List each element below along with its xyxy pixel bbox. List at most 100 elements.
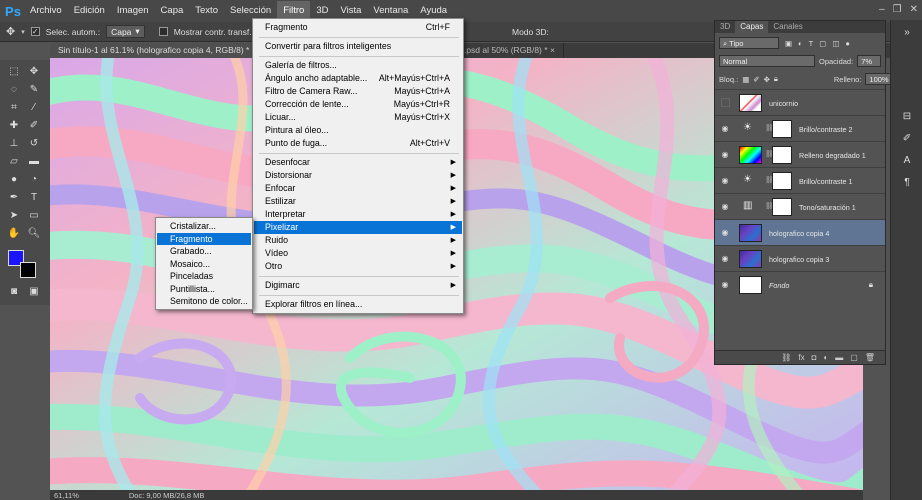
tab-3d[interactable]: 3D bbox=[715, 21, 735, 33]
menu-capa[interactable]: Capa bbox=[155, 1, 190, 21]
submenu-item-crystallize[interactable]: Cristalizar... bbox=[157, 220, 251, 233]
hand-tool-icon[interactable]: ✋ bbox=[6, 227, 22, 241]
filter-adjust-icon[interactable]: ◐ bbox=[798, 39, 803, 48]
marquee-tool-icon[interactable]: ⬚ bbox=[6, 65, 22, 79]
layer-row[interactable]: ◉ ⛓ Relleno degradado 1 bbox=[715, 141, 885, 167]
layer-row-selected[interactable]: ◉ holografico copia 4 bbox=[715, 219, 885, 245]
menu-item-filter-gallery[interactable]: Galería de filtros... bbox=[254, 59, 462, 72]
layer-row[interactable]: ◉ ☀ ⛓ Brillo/contraste 2 bbox=[715, 115, 885, 141]
tab-capas[interactable]: Capas bbox=[735, 21, 769, 33]
zoom-tool-icon[interactable]: 🔍︎ bbox=[26, 227, 42, 241]
menu-item-other[interactable]: Otro ▶ bbox=[254, 260, 462, 273]
lock-all-icon[interactable]: 🔒︎ bbox=[774, 74, 778, 84]
menu-item-convert-smart[interactable]: Convertir para filtros inteligentes bbox=[254, 40, 462, 53]
filter-toggle-icon[interactable]: ● bbox=[845, 39, 850, 48]
paragraph-icon[interactable]: ¶ bbox=[900, 176, 914, 190]
lock-pixels-icon[interactable]: ▦ bbox=[742, 75, 749, 84]
menu-item-pixelate[interactable]: Pixelizar ▶ bbox=[254, 221, 462, 234]
menu-archivo[interactable]: Archivo bbox=[24, 1, 68, 21]
properties-icon[interactable]: ⊟ bbox=[900, 110, 914, 124]
layer-row[interactable]: ◉ ☀ ⛓ Brillo/contraste 1 bbox=[715, 167, 885, 193]
shape-tool-icon[interactable]: ▭ bbox=[26, 209, 42, 223]
eye-icon[interactable]: ◉ bbox=[720, 124, 730, 133]
filter-smart-icon[interactable]: ◫ bbox=[832, 39, 839, 48]
new-layer-icon[interactable]: ▢ bbox=[850, 353, 858, 362]
menu-item-vanishing-point[interactable]: Punto de fuga... Alt+Ctrl+V bbox=[254, 137, 462, 150]
submenu-item-pointillize[interactable]: Puntillista... bbox=[157, 283, 251, 296]
quick-mask-icon[interactable]: ◙ bbox=[6, 285, 22, 299]
auto-select-checkbox[interactable]: ✓ bbox=[30, 27, 40, 36]
close-icon[interactable]: × bbox=[550, 45, 555, 55]
crop-tool-icon[interactable]: ⌗ bbox=[6, 101, 22, 115]
eye-icon[interactable]: ◉ bbox=[720, 176, 730, 185]
zoom-level[interactable]: 61,11% bbox=[54, 491, 79, 500]
eye-icon[interactable]: ◉ bbox=[720, 150, 730, 159]
lock-position-icon[interactable]: ✥ bbox=[764, 75, 770, 84]
brush-icon[interactable]: ✐ bbox=[900, 132, 914, 146]
close-button[interactable]: ✕ bbox=[910, 4, 918, 15]
stamp-tool-icon[interactable]: ⊥ bbox=[6, 137, 22, 151]
move-tool-icon[interactable]: ✥ bbox=[6, 25, 15, 38]
submenu-item-fragment[interactable]: Fragmento bbox=[157, 232, 251, 245]
menu-texto[interactable]: Texto bbox=[189, 1, 224, 21]
menu-item-distort[interactable]: Distorsionar ▶ bbox=[254, 169, 462, 182]
blur-tool-icon[interactable]: ● bbox=[6, 173, 22, 187]
layer-row[interactable]: ◉ holografico copia 3 bbox=[715, 245, 885, 271]
menu-item-camera-raw[interactable]: Filtro de Camera Raw... Mayús+Ctrl+A bbox=[254, 85, 462, 98]
path-select-icon[interactable]: ➤ bbox=[6, 209, 22, 223]
visibility-toggle-off[interactable] bbox=[721, 98, 730, 107]
minimize-button[interactable]: – bbox=[879, 4, 885, 15]
dodge-tool-icon[interactable]: ◔ bbox=[26, 173, 42, 187]
menu-imagen[interactable]: Imagen bbox=[111, 1, 155, 21]
mask-icon[interactable]: ◘ bbox=[812, 353, 817, 362]
filter-type-icon[interactable]: T bbox=[809, 39, 814, 48]
restore-button[interactable]: ❐ bbox=[893, 4, 902, 15]
pen-tool-icon[interactable]: ✒ bbox=[6, 191, 22, 205]
submenu-item-mosaic[interactable]: Mosaico... bbox=[157, 258, 251, 271]
eye-icon[interactable]: ◉ bbox=[720, 202, 730, 211]
menu-item-blur[interactable]: Desenfocar ▶ bbox=[254, 156, 462, 169]
menu-item-video[interactable]: Vídeo ▶ bbox=[254, 247, 462, 260]
menu-item-fragmento[interactable]: Fragmento Ctrl+F bbox=[254, 21, 462, 34]
submenu-item-mezzotint[interactable]: Grabado... bbox=[157, 245, 251, 258]
eye-icon[interactable]: ◉ bbox=[720, 254, 730, 263]
submenu-item-facet[interactable]: Pinceladas bbox=[157, 270, 251, 283]
menu-item-oil-paint[interactable]: Pintura al óleo... bbox=[254, 124, 462, 137]
quick-select-icon[interactable]: ✎ bbox=[26, 83, 42, 97]
character-icon[interactable]: A bbox=[900, 154, 914, 168]
tab-sin-titulo[interactable]: Sin título-1 al 61.1% (holografico copia… bbox=[50, 43, 266, 58]
submenu-item-color-halftone[interactable]: Semitono de color... bbox=[157, 295, 251, 308]
move-tool-icon[interactable]: ✥ bbox=[26, 65, 42, 79]
layer-row[interactable]: ◉ ▥ ⛓ Tono/saturación 1 bbox=[715, 193, 885, 219]
menu-item-noise[interactable]: Ruido ▶ bbox=[254, 234, 462, 247]
menu-item-lens-correction[interactable]: Corrección de lente... Mayús+Ctrl+R bbox=[254, 98, 462, 111]
layer-row[interactable]: unicornio bbox=[715, 89, 885, 115]
eye-icon[interactable]: ◉ bbox=[720, 228, 730, 237]
brush-tool-icon[interactable]: ✐ bbox=[26, 119, 42, 133]
eye-icon[interactable]: ◉ bbox=[720, 280, 730, 289]
fx-icon[interactable]: fx bbox=[798, 353, 804, 362]
screen-mode-icon[interactable]: ▣ bbox=[26, 285, 42, 299]
background-color-swatch[interactable] bbox=[20, 262, 36, 278]
menu-item-sharpen[interactable]: Enfocar ▶ bbox=[254, 182, 462, 195]
eyedropper-icon[interactable]: ⁄ bbox=[26, 101, 42, 115]
menu-item-browse-online[interactable]: Explorar filtros en línea... bbox=[254, 298, 462, 311]
healing-brush-icon[interactable]: ✚ bbox=[6, 119, 22, 133]
adjustment-icon[interactable]: ◐ bbox=[823, 353, 828, 362]
eraser-tool-icon[interactable]: ▱ bbox=[6, 155, 22, 169]
folder-icon[interactable]: ▬ bbox=[835, 353, 843, 362]
history-brush-icon[interactable]: ↺ bbox=[26, 137, 42, 151]
opacity-input[interactable]: 7% bbox=[857, 55, 882, 67]
menu-item-render[interactable]: Interpretar ▶ bbox=[254, 208, 462, 221]
link-icon[interactable]: ⛓ bbox=[781, 353, 791, 362]
type-tool-icon[interactable]: T bbox=[26, 191, 42, 205]
show-transform-checkbox[interactable] bbox=[158, 27, 168, 36]
menu-item-digimarc[interactable]: Digimarc ▶ bbox=[254, 279, 462, 292]
layer-row[interactable]: ◉ Fondo 🔒︎ bbox=[715, 271, 885, 297]
filter-pixel-icon[interactable]: ▣ bbox=[785, 39, 792, 48]
filter-shape-icon[interactable]: ▢ bbox=[819, 39, 826, 48]
menu-edicion[interactable]: Edición bbox=[68, 1, 111, 21]
trash-icon[interactable]: 🗑︎ bbox=[865, 353, 875, 362]
auto-select-dropdown[interactable]: Capa ▾ bbox=[106, 25, 145, 38]
chevron-down-icon[interactable]: ▾ bbox=[21, 28, 25, 36]
